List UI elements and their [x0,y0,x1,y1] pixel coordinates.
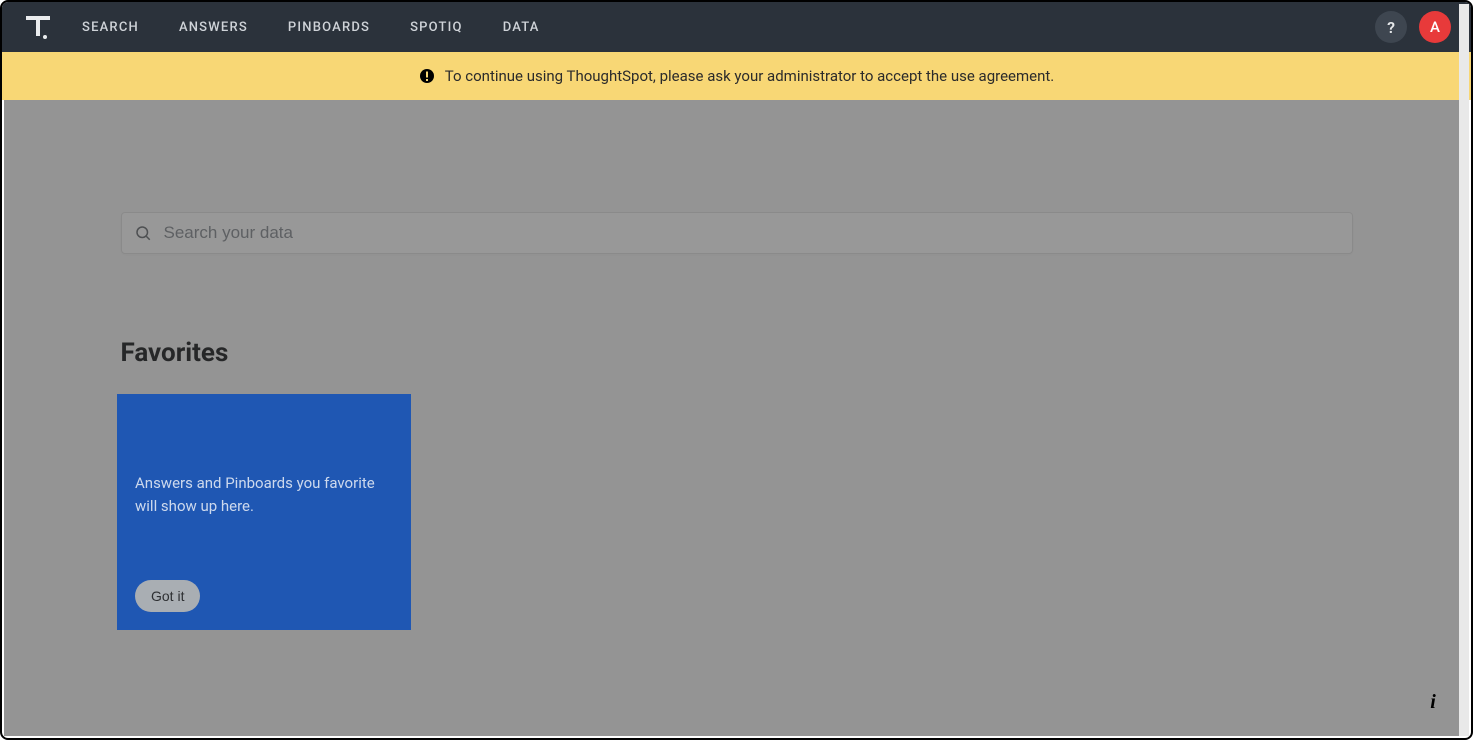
help-button[interactable]: ? [1375,11,1407,43]
notice-text: To continue using ThoughtSpot, please as… [445,67,1055,85]
nav-right: ? A [1375,11,1451,43]
app-frame: SEARCH ANSWERS PINBOARDS SPOTIQ DATA ? A… [0,0,1473,740]
notice-bar: To continue using ThoughtSpot, please as… [2,52,1471,100]
favorites-callout-text: Answers and Pinboards you favorite will … [135,472,393,517]
top-nav: SEARCH ANSWERS PINBOARDS SPOTIQ DATA ? A [2,2,1471,52]
nav-item-pinboards[interactable]: PINBOARDS [288,20,370,35]
vertical-scrollbar[interactable] [1459,4,1469,736]
info-icon[interactable]: i [1415,684,1451,720]
app-logo-icon[interactable] [18,7,58,47]
nav-item-spotiq[interactable]: SPOTIQ [410,20,463,35]
nav-items: SEARCH ANSWERS PINBOARDS SPOTIQ DATA [82,20,540,35]
favorites-callout: Answers and Pinboards you favorite will … [117,394,411,630]
nav-item-search[interactable]: SEARCH [82,20,139,35]
nav-item-data[interactable]: DATA [503,20,540,35]
nav-item-answers[interactable]: ANSWERS [179,20,248,35]
got-it-button[interactable]: Got it [135,580,200,612]
alert-icon [419,68,435,84]
user-avatar[interactable]: A [1419,11,1451,43]
